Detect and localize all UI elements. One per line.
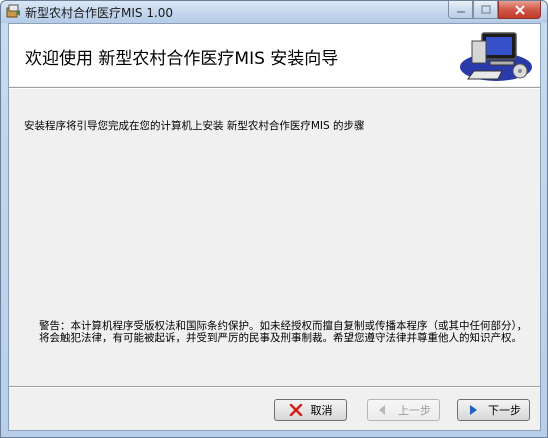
cancel-x-icon bbox=[289, 404, 302, 416]
cancel-label: 取消 bbox=[310, 404, 333, 417]
maximize-icon bbox=[480, 5, 491, 14]
window-title: 新型农村合作医疗MIS 1.00 bbox=[25, 6, 174, 20]
wizard-heading: 欢迎使用 新型农村合作医疗MIS 安装向导 bbox=[25, 49, 339, 69]
previous-label: 上一步 bbox=[398, 404, 431, 417]
footer-divider bbox=[9, 386, 540, 388]
next-button[interactable]: 下一步 bbox=[457, 399, 530, 421]
copyright-warning: 警告：本计算机程序受版权法和国际条约保护。如未经授权而擅自复制或传播本程序（或其… bbox=[39, 320, 528, 344]
close-button[interactable] bbox=[498, 1, 541, 19]
arrow-left-icon bbox=[379, 405, 385, 415]
previous-button[interactable]: 上一步 bbox=[367, 399, 440, 421]
window-controls bbox=[448, 1, 541, 19]
maximize-button[interactable] bbox=[473, 1, 498, 19]
installer-app-icon bbox=[6, 4, 20, 18]
title-bar[interactable]: 新型农村合作医疗MIS 1.00 bbox=[1, 1, 547, 23]
minimize-button[interactable] bbox=[448, 1, 473, 19]
banner-divider bbox=[9, 87, 540, 89]
minimize-icon bbox=[456, 10, 465, 13]
close-icon bbox=[514, 4, 525, 15]
wizard-description: 安装程序将引导您完成在您的计算机上安装 新型农村合作医疗MIS 的步骤 bbox=[24, 120, 365, 132]
arrow-right-icon bbox=[470, 405, 477, 415]
wizard-banner: 欢迎使用 新型农村合作医疗MIS 安装向导 bbox=[9, 24, 540, 86]
cancel-button[interactable]: 取消 bbox=[274, 399, 347, 421]
wizard-body: 欢迎使用 新型农村合作医疗MIS 安装向导 安装程序将引导您完成在您的计算机上安… bbox=[8, 23, 541, 431]
next-label: 下一步 bbox=[488, 404, 521, 417]
computer-setup-icon bbox=[460, 32, 532, 81]
installer-window: 新型农村合作医疗MIS 1.00 欢迎使用 新型农村合作医疗MIS 安装向导 安… bbox=[0, 0, 548, 438]
